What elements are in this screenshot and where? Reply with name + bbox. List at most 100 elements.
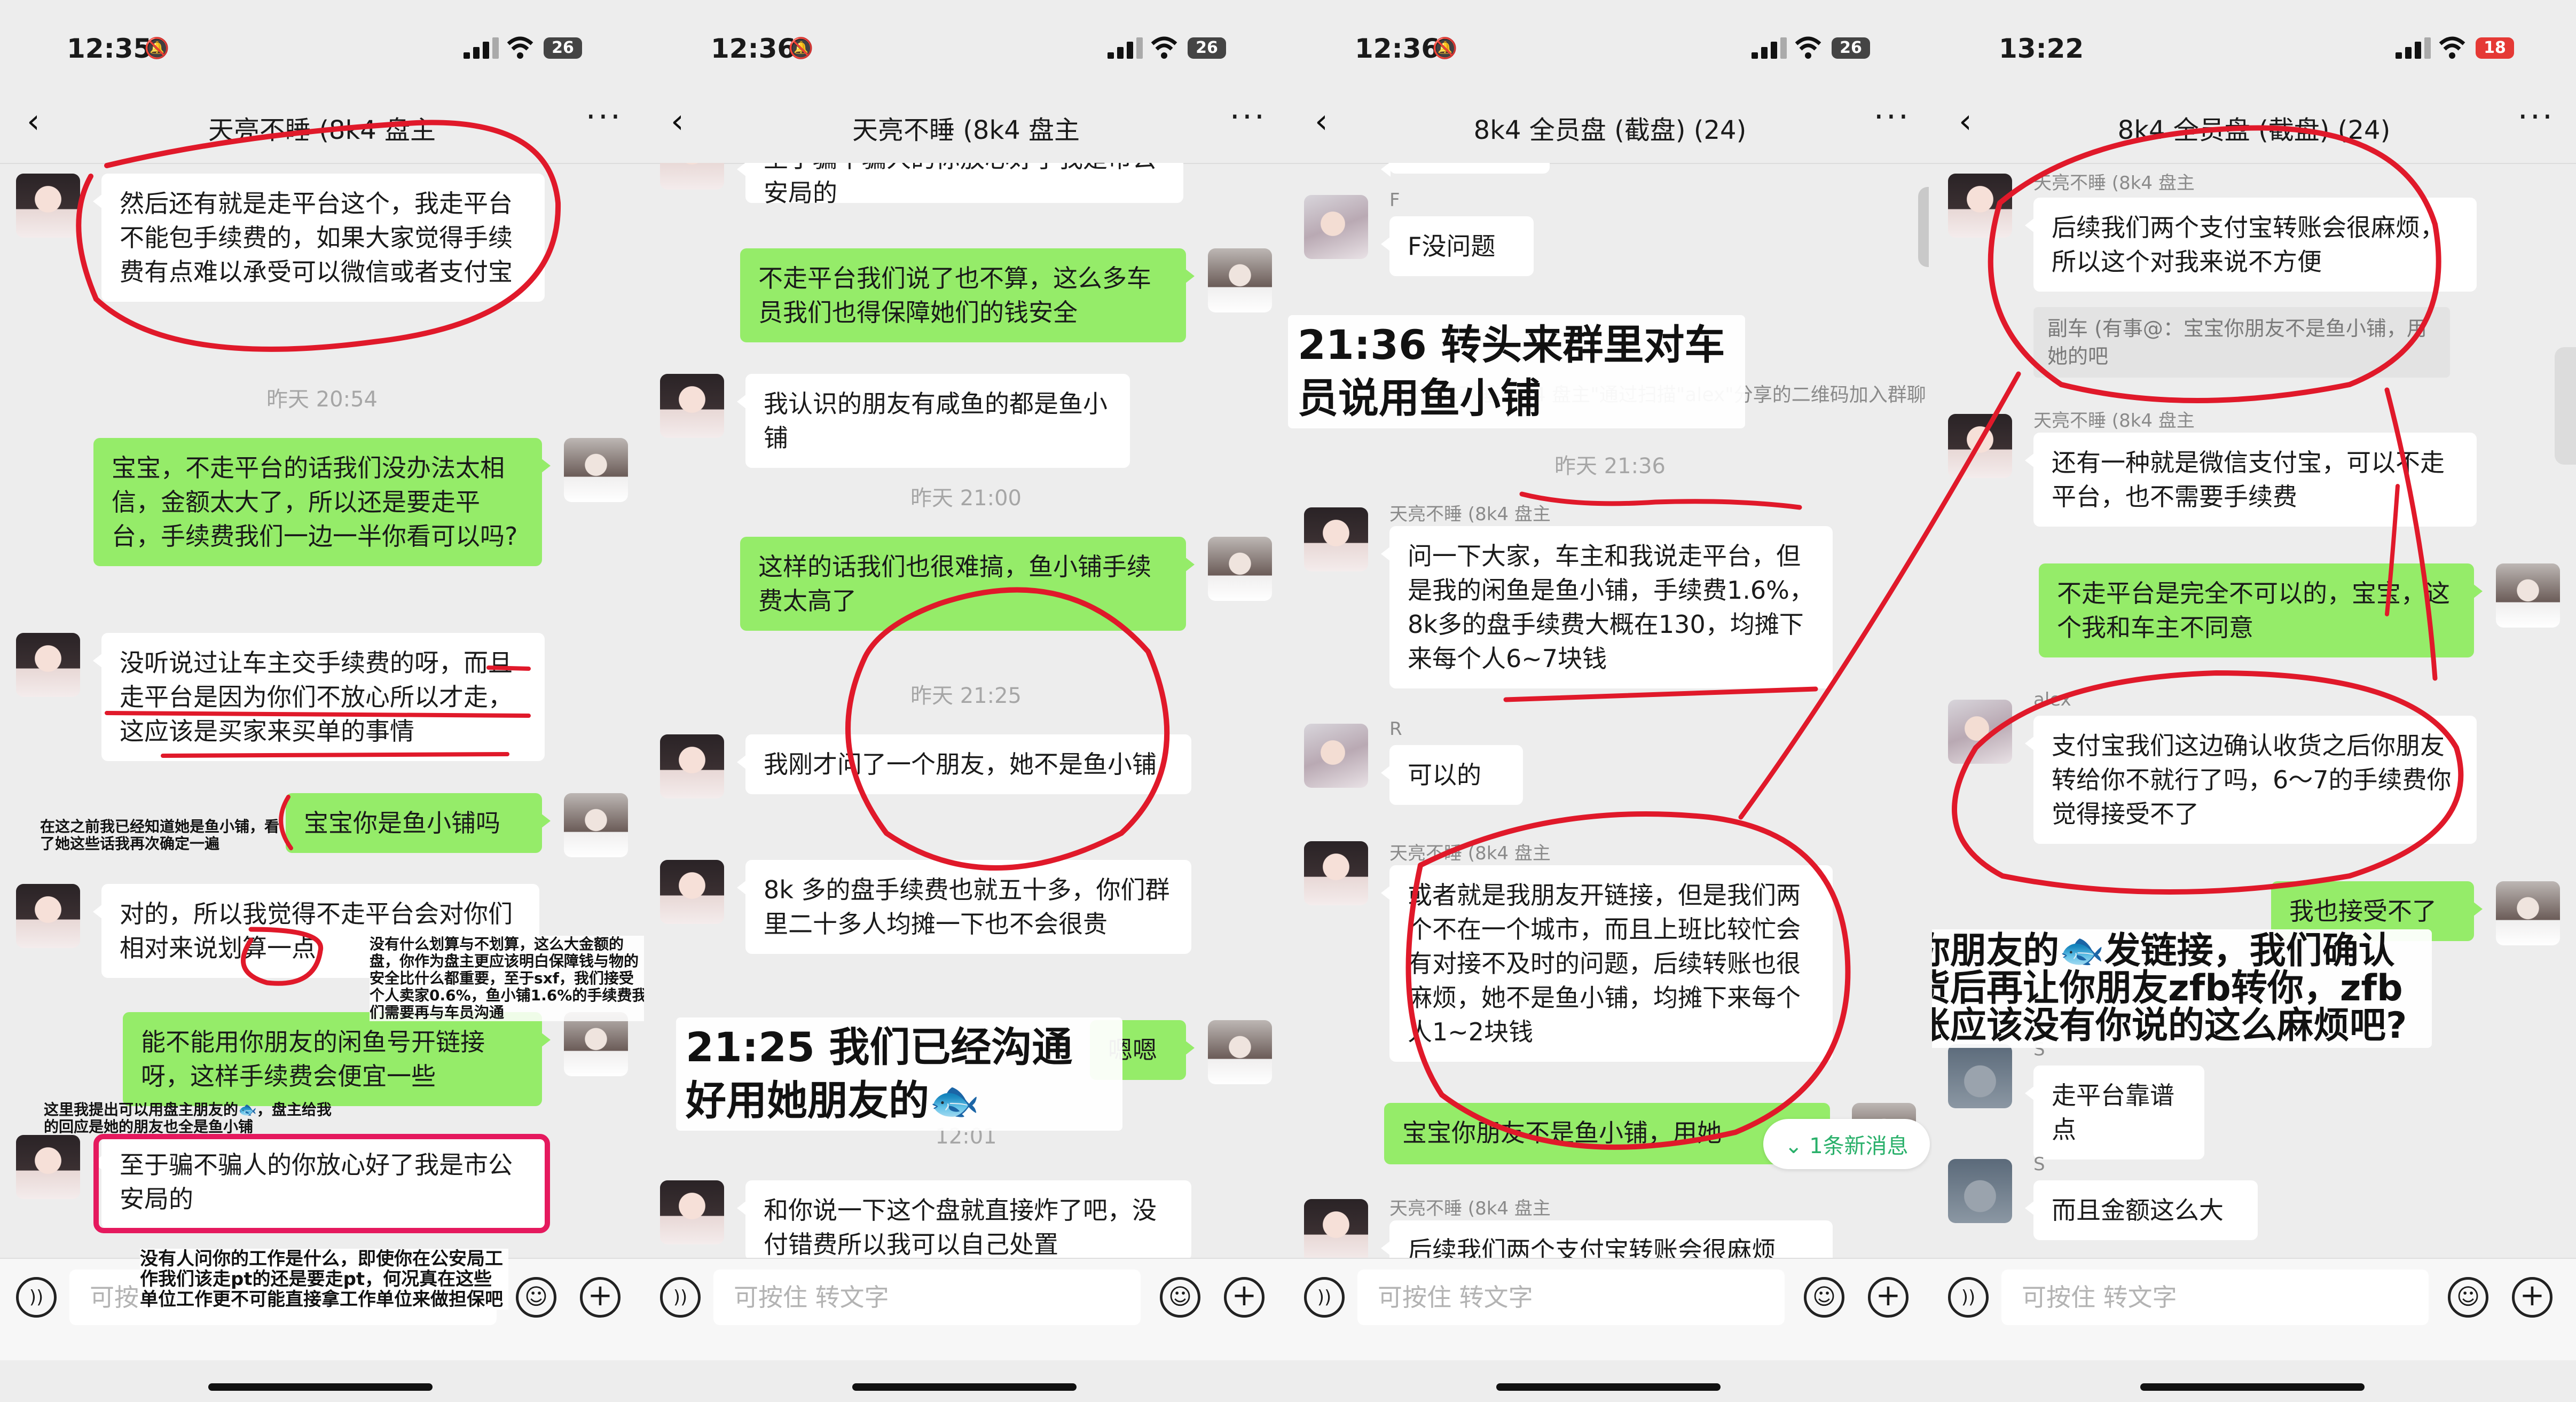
home-indicator [852, 1383, 1077, 1391]
message-bubble[interactable]: 我认识的朋友有咸鱼的都是鱼小铺 [737, 374, 1130, 468]
voice-icon[interactable]: )) [660, 1277, 701, 1318]
signal-icon [2396, 37, 2431, 59]
message-input[interactable]: 可按住 转文字 [713, 1270, 1141, 1325]
avatar[interactable] [1208, 1020, 1272, 1084]
message-bubble[interactable]: 我刚才问了一个朋友，她不是鱼小铺 [737, 734, 1191, 794]
more-icon[interactable]: ··· [586, 98, 623, 136]
scroll-indicator[interactable] [1918, 187, 1929, 267]
quoted-message[interactable]: 副车 (有事@：宝宝你朋友不是鱼小铺，用她的吧 [2033, 307, 2450, 378]
avatar[interactable] [1948, 700, 2012, 764]
mute-icon: 🔕 [1432, 36, 1458, 60]
message-bubble[interactable]: 和你说一下这个盘就直接炸了吧，没付错费所以我可以自己处置 [737, 1180, 1191, 1258]
message-bubble[interactable]: 然后还有就是走平台这个，我走平台不能包手续费的，如果大家觉得手续费有点难以承受可… [93, 174, 545, 302]
new-messages-label: 1条新消息 [1809, 1134, 1909, 1158]
message-input[interactable]: 可按住 转文字 [2001, 1270, 2429, 1325]
avatar[interactable] [1304, 1199, 1368, 1258]
message-bubble[interactable]: 不走平台是完全不可以的，宝宝，这个我和车主不同意 [2039, 563, 2483, 657]
message-bubble[interactable]: 还有一种就是微信支付宝，可以不走平台，也不需要手续费 [2025, 433, 2477, 527]
message-bubble[interactable]: 这样的话我们也很难搞，鱼小铺手续费太高了 [740, 537, 1195, 631]
more-icon[interactable]: ··· [2518, 98, 2555, 136]
message-bubble[interactable]: 不走平台我们说了也不算，这么多车员我们也得保障她们的钱安全 [740, 248, 1195, 342]
message-bubble[interactable]: 问一下大家，车主和我说走平台，但是我的闲鱼是鱼小铺，手续费1.6%，8k多的盘手… [1381, 526, 1833, 688]
chat-screenshot-2: 12:36 🔕 26 ‹ 天亮不睡 (8k4 盘主 ··· 至于骗不骗人的你放心… [644, 0, 1288, 1402]
avatar[interactable] [16, 174, 80, 238]
message-bubble[interactable]: 走平台靠谱点 [2025, 1066, 2204, 1160]
message-bubble[interactable]: 至于骗不骗人的你放心好了我是市公安局的 [737, 163, 1183, 207]
avatar[interactable] [660, 1180, 724, 1244]
avatar[interactable] [564, 1012, 628, 1076]
message-list[interactable]: 然后还有就是走平台这个，我走平台不能包手续费的，如果大家觉得手续费有点难以承受可… [0, 163, 644, 1258]
emoji-icon[interactable]: ☺ [1804, 1277, 1844, 1318]
plus-icon[interactable]: + [1868, 1277, 1909, 1318]
more-icon[interactable]: ··· [1230, 98, 1267, 136]
message-bubble[interactable]: 至于骗不骗人的你放心好了我是市公安局的 [93, 1135, 545, 1229]
avatar[interactable] [1304, 841, 1368, 905]
back-icon[interactable]: ‹ [1315, 105, 1328, 138]
sender-name: 天亮不睡 (8k4 盘主 [1389, 843, 1551, 864]
home-indicator [1496, 1383, 1721, 1391]
plus-icon[interactable]: + [580, 1277, 621, 1318]
avatar[interactable] [660, 163, 724, 190]
avatar[interactable] [660, 734, 724, 798]
avatar[interactable] [660, 374, 724, 438]
annotation-note: 在这之前我已经知道她是鱼小铺，看了她这些话我再次确定一遍 [40, 818, 280, 852]
message-bubble[interactable]: 后续我们两个支付宝转账会很麻烦 [1381, 1220, 1833, 1258]
avatar[interactable] [564, 793, 628, 857]
chat-header: ‹ 8k4 全员盘 (截盘) (24) ··· [1288, 85, 1932, 164]
message-bubble[interactable]: 支付宝我们这边确认收货之后你朋友转给你不就行了吗，6～7的手续费你觉得接受不了 [2025, 716, 2477, 844]
message-bubble[interactable]: F没问题 [1381, 216, 1534, 276]
new-messages-pill[interactable]: ⌄ 1条新消息 [1763, 1119, 1930, 1169]
sender-name: 天亮不睡 (8k4 盘主 [1389, 504, 1551, 525]
message-bubble[interactable]: 宝宝你朋友不是鱼小铺，用她 [1384, 1103, 1830, 1164]
sender-name: S [2033, 1154, 2045, 1175]
avatar[interactable] [1304, 724, 1368, 788]
message-list[interactable]: 天亮不睡 (8k4 盘主 后续我们两个支付宝转账会很麻烦，所以这个对我来说不方便… [1932, 163, 2576, 1258]
message-bubble[interactable]: 没听说过让车主交手续费的呀，而且走平台是因为你们不放心所以才走，这应该是买家来买… [93, 633, 545, 761]
voice-icon[interactable]: )) [1948, 1277, 1989, 1318]
message-bubble[interactable] [1381, 163, 1550, 177]
back-icon[interactable]: ‹ [1959, 105, 1972, 138]
sender-name: R [1389, 718, 1402, 740]
avatar[interactable] [564, 438, 628, 502]
message-bubble[interactable]: 后续我们两个支付宝转账会很麻烦，所以这个对我来说不方便 [2025, 198, 2477, 292]
avatar[interactable] [16, 1135, 80, 1199]
message-input[interactable]: 可按住 转文字 [1357, 1270, 1785, 1325]
avatar[interactable] [2496, 881, 2560, 945]
more-icon[interactable]: ··· [1874, 98, 1911, 136]
avatar[interactable] [1948, 414, 2012, 478]
avatar[interactable] [1948, 1044, 2012, 1108]
avatar[interactable] [1304, 195, 1368, 259]
emoji-icon[interactable]: ☺ [1160, 1277, 1200, 1318]
avatar[interactable] [1208, 537, 1272, 601]
avatar[interactable] [1208, 248, 1272, 312]
message-bubble[interactable]: 或者就是我朋友开链接，但是我们两个不在一个城市，而且上班比较忙会有对接不及时的问… [1381, 865, 1833, 1062]
emoji-icon[interactable]: ☺ [2448, 1277, 2488, 1318]
avatar[interactable] [1948, 174, 2012, 238]
plus-icon[interactable]: + [1224, 1277, 1265, 1318]
back-icon[interactable]: ‹ [671, 105, 684, 138]
avatar[interactable] [2496, 563, 2560, 628]
avatar[interactable] [1948, 1159, 2012, 1223]
avatar[interactable] [660, 860, 724, 924]
annotation-note: 这里我提出可以用盘主朋友的🐟，盘主给我的回应是她的朋友也全是鱼小铺 [44, 1101, 332, 1135]
message-bubble[interactable]: 8k 多的盘手续费也就五十多，你们群里二十多人均摊一下也不会很贵 [737, 860, 1191, 954]
chat-header: ‹ 天亮不睡 (8k4 盘主 ··· [644, 85, 1288, 164]
avatar[interactable] [16, 884, 80, 948]
message-bubble[interactable]: 可以的 [1381, 745, 1523, 805]
voice-icon[interactable]: )) [16, 1277, 57, 1318]
message-bubble[interactable]: 宝宝你是鱼小铺吗 [286, 793, 551, 853]
avatar[interactable] [16, 633, 80, 697]
plus-icon[interactable]: + [2512, 1277, 2553, 1318]
back-icon[interactable]: ‹ [27, 105, 40, 138]
chat-screenshot-4: 13:22 18 ‹ 8k4 全员盘 (截盘) (24) ··· 天亮不睡 (8… [1932, 0, 2576, 1402]
emoji-icon[interactable]: ☺ [516, 1277, 556, 1318]
voice-icon[interactable]: )) [1304, 1277, 1345, 1318]
chat-title: 8k4 全员盘 (截盘) (24) [2117, 115, 2391, 145]
sender-name: 天亮不睡 (8k4 盘主 [2033, 173, 2195, 194]
message-bubble[interactable]: 而且金额这么大 [2025, 1180, 2258, 1240]
status-time: 12:35 [67, 33, 152, 64]
message-bubble[interactable]: 宝宝，不走平台的话我们没办法太相信，金额太大了，所以还是要走平台，手续费我们一边… [93, 438, 551, 566]
message-bubble[interactable]: 能不能用你朋友的闲鱼号开链接呀，这样手续费会便宜一些 [123, 1012, 551, 1106]
avatar[interactable] [1304, 507, 1368, 571]
side-drawer-handle[interactable] [2555, 347, 2576, 465]
